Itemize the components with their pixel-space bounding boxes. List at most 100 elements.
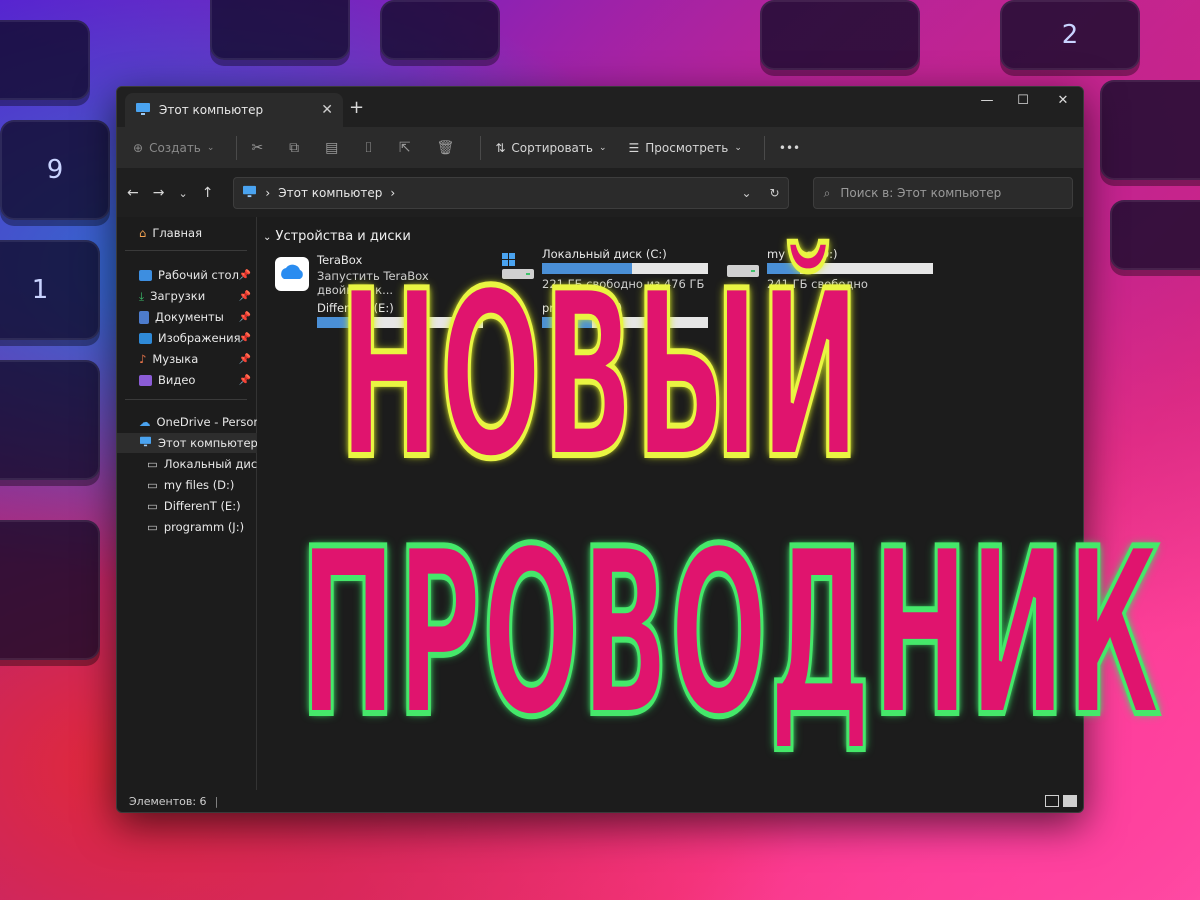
view-label: Просмотреть: [645, 140, 729, 155]
music-icon: ♪: [139, 352, 147, 366]
sort-button[interactable]: ⇅ Сортировать ⌄: [495, 141, 606, 155]
sidebar-item-home[interactable]: ⌂ Главная: [117, 223, 257, 243]
sort-label: Сортировать: [511, 140, 593, 155]
view-switcher: [1045, 795, 1077, 807]
search-input[interactable]: ⌕ Поиск в: Этот компьютер: [812, 177, 1073, 209]
download-icon: ⤓: [139, 288, 145, 303]
title-bar: Этот компьютер ✕ + — ☐ ✕: [117, 87, 1083, 127]
sidebar-item-drive-e[interactable]: ▭ DifferenT (E:): [117, 496, 257, 516]
key-9: 9: [0, 120, 110, 220]
key-shape: [210, 0, 350, 60]
key-shape: [1100, 80, 1200, 180]
new-tab-button[interactable]: +: [349, 97, 364, 118]
tiles-view-icon[interactable]: [1063, 795, 1077, 807]
pin-icon[interactable]: 📌: [239, 312, 251, 323]
overlay-title-line-1: НОВЫЙ: [337, 243, 862, 510]
close-window-button[interactable]: ✕: [1043, 93, 1083, 108]
group-header[interactable]: ⌄ Устройства и диски: [263, 229, 411, 244]
view-list-icon: ☰: [628, 140, 640, 155]
create-label: Создать: [149, 140, 201, 155]
cut-icon[interactable]: ✂: [251, 140, 263, 156]
address-bar[interactable]: › Этот компьютер › ⌄ ↻: [233, 177, 789, 209]
create-button[interactable]: ⊕ Создать ⌄: [133, 141, 214, 155]
forward-arrow-icon[interactable]: →: [153, 185, 165, 201]
sidebar-item-label: programm (J:): [163, 520, 245, 534]
toolbar-divider: [236, 135, 238, 160]
sidebar-item-label: Рабочий стол: [158, 268, 239, 282]
details-view-icon[interactable]: [1045, 795, 1059, 807]
sidebar-item-label: Загрузки: [150, 289, 206, 303]
sidebar-item-drive-c[interactable]: ▭ Локальный диск: [117, 454, 257, 474]
sidebar-item-label: Музыка: [152, 352, 199, 366]
cloud-icon: ☁: [139, 415, 151, 429]
history-dropdown-icon[interactable]: ⌄: [741, 186, 751, 200]
recent-chevron-icon[interactable]: ⌄: [178, 187, 187, 200]
key-1: 1: [0, 240, 100, 340]
refresh-icon[interactable]: ↻: [770, 186, 780, 200]
share-icon[interactable]: ⇱: [399, 140, 411, 156]
desktop-icon: [139, 269, 152, 281]
minimize-button[interactable]: —: [967, 93, 1007, 108]
sidebar-item-label: Документы: [155, 310, 224, 324]
rename-icon[interactable]: ⌷: [364, 140, 372, 156]
sidebar-item-label: Главная: [152, 226, 202, 240]
sidebar-item-label: my files (D:): [163, 478, 235, 492]
tab-this-pc[interactable]: Этот компьютер ✕: [125, 93, 343, 127]
pin-icon[interactable]: 📌: [239, 375, 251, 386]
delete-icon[interactable]: 🗑: [437, 140, 455, 156]
key-shape: [1110, 200, 1200, 270]
sidebar-divider: [125, 399, 247, 400]
key-shape: [0, 360, 100, 480]
sidebar-item-documents[interactable]: Документы 📌: [117, 307, 257, 327]
sidebar-item-this-pc[interactable]: Этот компьютер: [117, 433, 257, 453]
maximize-button[interactable]: ☐: [1003, 93, 1043, 108]
video-icon: [139, 374, 152, 386]
toolbar-divider: [480, 135, 482, 160]
command-bar: ⊕ Создать ⌄ ✂ ⧉ ▤ ⌷ ⇱ 🗑 ⇅ Сортировать ⌄ …: [117, 127, 1083, 169]
item-count: Элементов: 6: [129, 794, 207, 808]
sidebar-item-label: DifferenT (E:): [163, 499, 241, 513]
copy-icon[interactable]: ⧉: [289, 140, 299, 156]
paste-icon[interactable]: ▤: [325, 140, 338, 156]
search-icon: ⌕: [823, 185, 831, 200]
computer-icon: [139, 436, 152, 450]
pin-icon[interactable]: 📌: [239, 354, 251, 365]
breadcrumb-separator-icon: ›: [390, 186, 396, 200]
tab-title: Этот компьютер: [159, 103, 264, 117]
drive-icon: ▭: [147, 457, 158, 471]
sidebar-item-label: Изображения: [158, 331, 241, 345]
drive-icon: ▭: [147, 499, 158, 513]
view-button[interactable]: ☰ Просмотреть ⌄: [629, 141, 742, 155]
key-shape: [0, 520, 100, 660]
sidebar-item-drive-j[interactable]: ▭ programm (J:): [117, 517, 257, 537]
sidebar-item-music[interactable]: ♪ Музыка 📌: [117, 349, 257, 369]
sidebar-item-downloads[interactable]: ⤓ Загрузки 📌: [117, 286, 257, 306]
sidebar-item-label: Этот компьютер: [158, 436, 257, 450]
back-arrow-icon[interactable]: ←: [127, 185, 139, 201]
pictures-icon: [139, 332, 152, 344]
chevron-down-icon: ⌄: [263, 232, 272, 243]
close-tab-icon[interactable]: ✕: [321, 102, 333, 118]
pin-icon[interactable]: 📌: [239, 333, 251, 344]
sidebar-item-drive-d[interactable]: ▭ my files (D:): [117, 475, 257, 495]
sidebar-item-videos[interactable]: Видео 📌: [117, 370, 257, 390]
home-icon: ⌂: [139, 226, 147, 240]
status-divider: |: [214, 794, 219, 808]
pin-icon[interactable]: 📌: [239, 270, 251, 281]
sidebar-item-onedrive[interactable]: ☁ OneDrive - Persona: [117, 412, 257, 432]
pin-icon[interactable]: 📌: [239, 291, 251, 302]
more-options-button[interactable]: •••: [779, 141, 800, 155]
sidebar-item-pictures[interactable]: Изображения 📌: [117, 328, 257, 348]
group-title: Устройства и диски: [275, 229, 411, 244]
up-arrow-icon[interactable]: ↑: [202, 185, 214, 201]
sidebar-item-label: OneDrive - Persona: [156, 415, 258, 429]
sort-icon: ⇅: [495, 140, 506, 155]
overlay-title-line-2: ПРОВОДНИК: [299, 501, 1163, 768]
breadcrumb-separator-icon: ›: [265, 186, 271, 200]
toolbar-divider: [763, 135, 765, 160]
navigation-pane: ⌂ Главная Рабочий стол 📌 ⤓ Загрузки 📌 До…: [117, 217, 257, 790]
key-shape: [380, 0, 500, 60]
sidebar-item-label: Видео: [158, 373, 196, 387]
breadcrumb[interactable]: Этот компьютер: [278, 186, 382, 200]
sidebar-item-desktop[interactable]: Рабочий стол 📌: [117, 265, 257, 285]
